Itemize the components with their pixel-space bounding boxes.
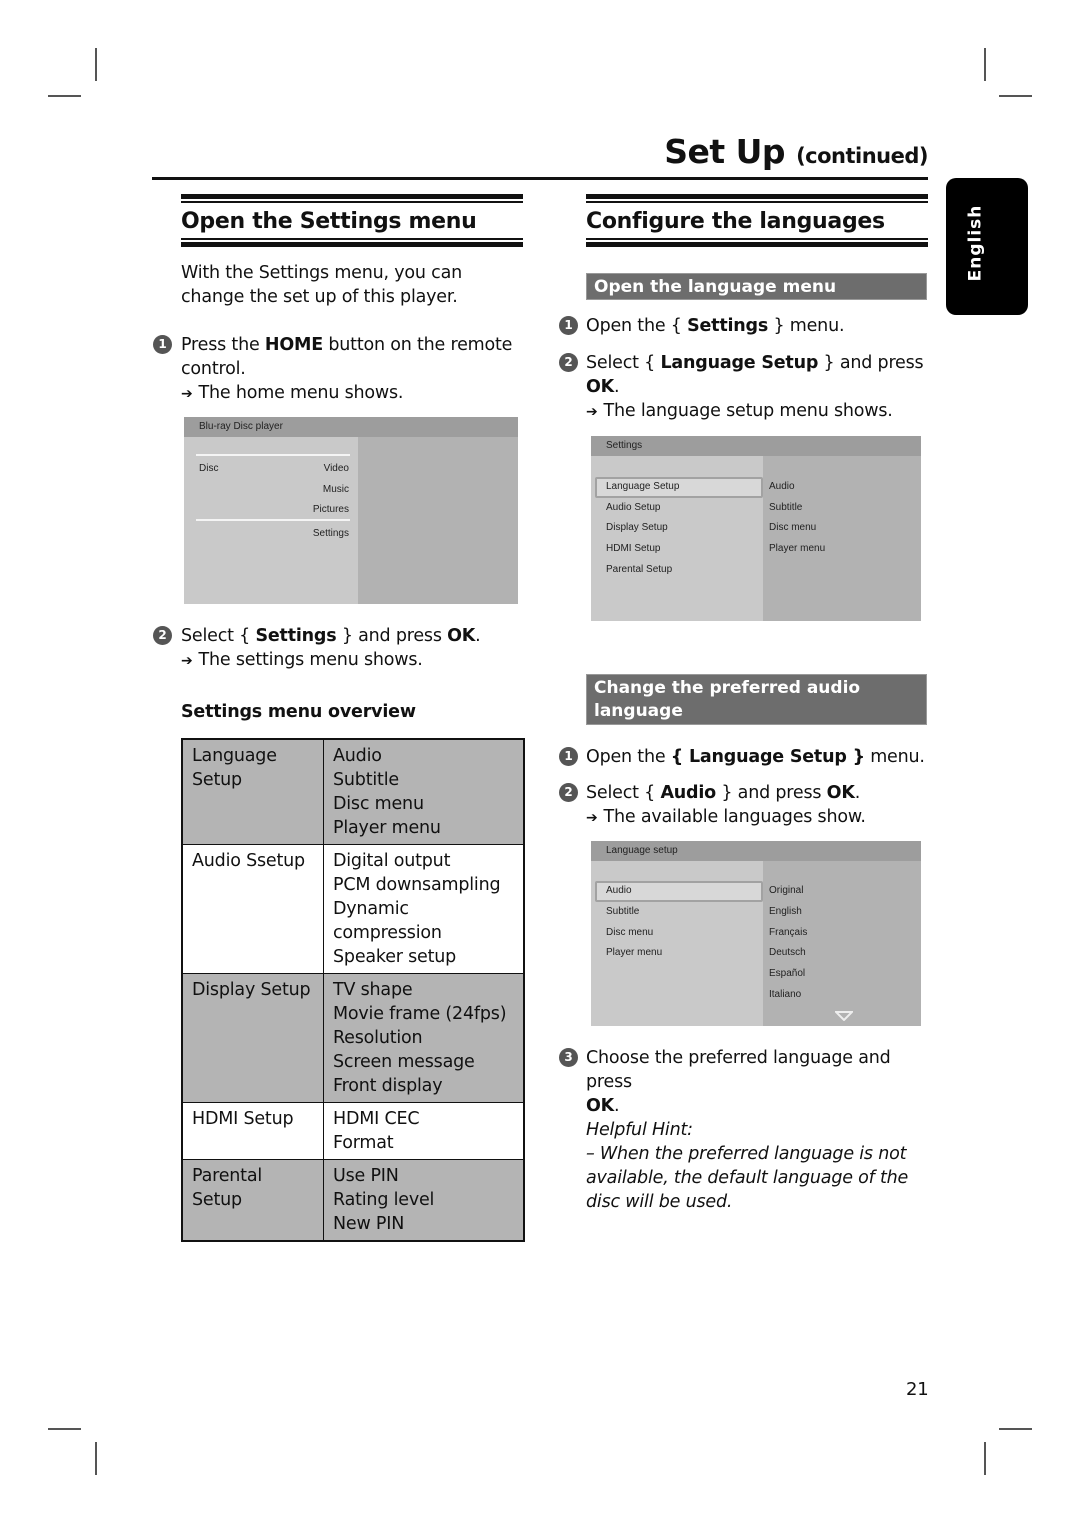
audio-step-1-text: Open the { Language Setup } menu. — [586, 747, 925, 767]
arrow-right-icon: ➔ — [181, 653, 193, 669]
menu-item-parental-setup[interactable]: Parental Setup — [606, 564, 672, 575]
language-option[interactable]: English — [769, 906, 802, 917]
page-number: 21 — [906, 1379, 929, 1400]
menu-item-player-menu[interactable]: Player menu — [606, 947, 662, 958]
crop-mark — [48, 95, 81, 97]
menu-item-video[interactable]: Video — [324, 463, 349, 474]
helpful-hint-title: Helpful Hint: — [586, 1120, 693, 1140]
menu-item-settings[interactable]: Settings — [313, 528, 349, 539]
step-result: The settings menu shows. — [198, 650, 423, 670]
menu-cell: Parental Setup — [181, 1159, 324, 1242]
scroll-down-triangle-icon[interactable] — [835, 1011, 853, 1021]
subsection-open-language-menu: Open the language menu — [586, 273, 927, 300]
step-number-icon: 3 — [559, 1048, 578, 1067]
arrow-right-icon: ➔ — [586, 404, 598, 420]
language-option[interactable]: Français — [769, 927, 807, 938]
menu-item-hdmi-setup[interactable]: HDMI Setup — [606, 543, 660, 554]
arrow-right-icon: ➔ — [586, 810, 598, 826]
step-1-text: Press the HOME button on the remote cont… — [181, 335, 513, 403]
step-number-icon: 1 — [559, 316, 578, 335]
page-title: Set Up (continued) — [664, 132, 928, 171]
screen-title: Settings — [591, 436, 921, 456]
items-cell: Use PIN Rating level New PIN — [323, 1159, 525, 1242]
menu-cell: HDMI Setup — [181, 1102, 324, 1160]
lang-step-2-text: Select { Language Setup } and press OK. … — [586, 353, 924, 421]
audio-step-3-text: Choose the preferred language and press … — [586, 1048, 891, 1116]
page-title-suffix: (continued) — [796, 144, 928, 168]
step-result: The home menu shows. — [198, 383, 404, 403]
settings-menu-screen: Settings Language Setup Audio Setup Disp… — [591, 436, 921, 621]
crop-mark — [984, 1442, 986, 1475]
home-menu-screen: Blu-ray Disc player Disc Video Music Pic… — [184, 417, 518, 604]
step-result: The language setup menu shows. — [603, 401, 893, 421]
language-side-tab: English — [946, 178, 1028, 315]
section-header-languages: Configure the languages — [586, 194, 928, 247]
section-header-settings: Open the Settings menu — [181, 194, 523, 247]
menu-item-language-setup[interactable]: Language Setup — [606, 481, 679, 492]
table-row: Audio Ssetup Digital output PCM downsampl… — [181, 844, 525, 974]
submenu-item-player-menu[interactable]: Player menu — [769, 543, 825, 554]
items-cell: TV shape Movie frame (24fps) Resolution Sc… — [323, 973, 525, 1103]
settings-overview-table: Language Setup Audio Subtitle Disc menu Pl… — [181, 738, 525, 1242]
screen-right-pane — [358, 437, 518, 604]
language-option[interactable]: Deutsch — [769, 947, 806, 958]
language-option[interactable]: Italiano — [769, 989, 801, 1000]
menu-item-pictures[interactable]: Pictures — [313, 504, 349, 515]
menu-cell: Language Setup — [181, 738, 324, 845]
language-option[interactable]: Original — [769, 885, 803, 896]
step-number-icon: 2 — [559, 783, 578, 802]
table-row: Display Setup TV shape Movie frame (24fps… — [181, 973, 525, 1103]
crop-mark — [48, 1428, 81, 1430]
menu-item-disc[interactable]: Disc — [199, 463, 218, 474]
table-row: Parental Setup Use PIN Rating level New P… — [181, 1159, 525, 1242]
menu-item-music[interactable]: Music — [323, 484, 349, 495]
language-setup-screen: Language setup Audio Subtitle Disc menu … — [591, 841, 921, 1026]
divider — [196, 454, 350, 456]
overview-title: Settings menu overview — [181, 702, 416, 722]
subsection-change-audio-language: Change the preferred audio language — [586, 674, 927, 725]
submenu-item-subtitle[interactable]: Subtitle — [769, 502, 802, 513]
menu-item-audio-setup[interactable]: Audio Setup — [606, 502, 661, 513]
helpful-hint-text: – When the preferred language is not ava… — [586, 1144, 909, 1212]
step-result: The available languages show. — [603, 807, 866, 827]
screen-title: Blu-ray Disc player — [184, 417, 518, 437]
crop-mark — [95, 48, 97, 81]
items-cell: HDMI CEC Format — [323, 1102, 525, 1160]
items-cell: Digital output PCM downsampling Dynamic c… — [323, 844, 525, 974]
title-rule — [152, 177, 928, 180]
crop-mark — [95, 1442, 97, 1475]
arrow-right-icon: ➔ — [181, 386, 193, 402]
audio-step-2-text: Select { Audio } and press OK. ➔ The avai… — [586, 783, 866, 827]
intro-text: With the Settings menu, you can change t… — [181, 263, 462, 307]
section-title: Open the Settings menu — [181, 209, 477, 234]
page-title-text: Set Up — [664, 132, 786, 171]
menu-cell: Audio Ssetup — [181, 844, 324, 974]
divider — [196, 519, 350, 521]
step-number-icon: 1 — [559, 747, 578, 766]
side-tab-label: English — [965, 204, 986, 282]
crop-mark — [999, 1428, 1032, 1430]
table-row: HDMI Setup HDMI CEC Format — [181, 1102, 525, 1160]
language-option[interactable]: Español — [769, 968, 805, 979]
screen-title: Language setup — [591, 841, 921, 861]
step-number-icon: 1 — [153, 335, 172, 354]
menu-item-display-setup[interactable]: Display Setup — [606, 522, 668, 533]
section-title: Configure the languages — [586, 209, 885, 234]
menu-item-audio[interactable]: Audio — [606, 885, 632, 896]
submenu-item-audio[interactable]: Audio — [769, 481, 795, 492]
step-number-icon: 2 — [559, 353, 578, 372]
menu-item-disc-menu[interactable]: Disc menu — [606, 927, 653, 938]
submenu-item-disc-menu[interactable]: Disc menu — [769, 522, 816, 533]
step-number-icon: 2 — [153, 626, 172, 645]
lang-step-1-text: Open the { Settings } menu. — [586, 316, 845, 336]
crop-mark — [984, 48, 986, 81]
menu-cell: Display Setup — [181, 973, 324, 1103]
step-2-text: Select { Settings } and press OK. ➔ The s… — [181, 626, 481, 670]
items-cell: Audio Subtitle Disc menu Player menu — [323, 738, 525, 845]
table-row: Language Setup Audio Subtitle Disc menu Pl… — [181, 738, 525, 845]
menu-item-subtitle[interactable]: Subtitle — [606, 906, 639, 917]
crop-mark — [999, 95, 1032, 97]
